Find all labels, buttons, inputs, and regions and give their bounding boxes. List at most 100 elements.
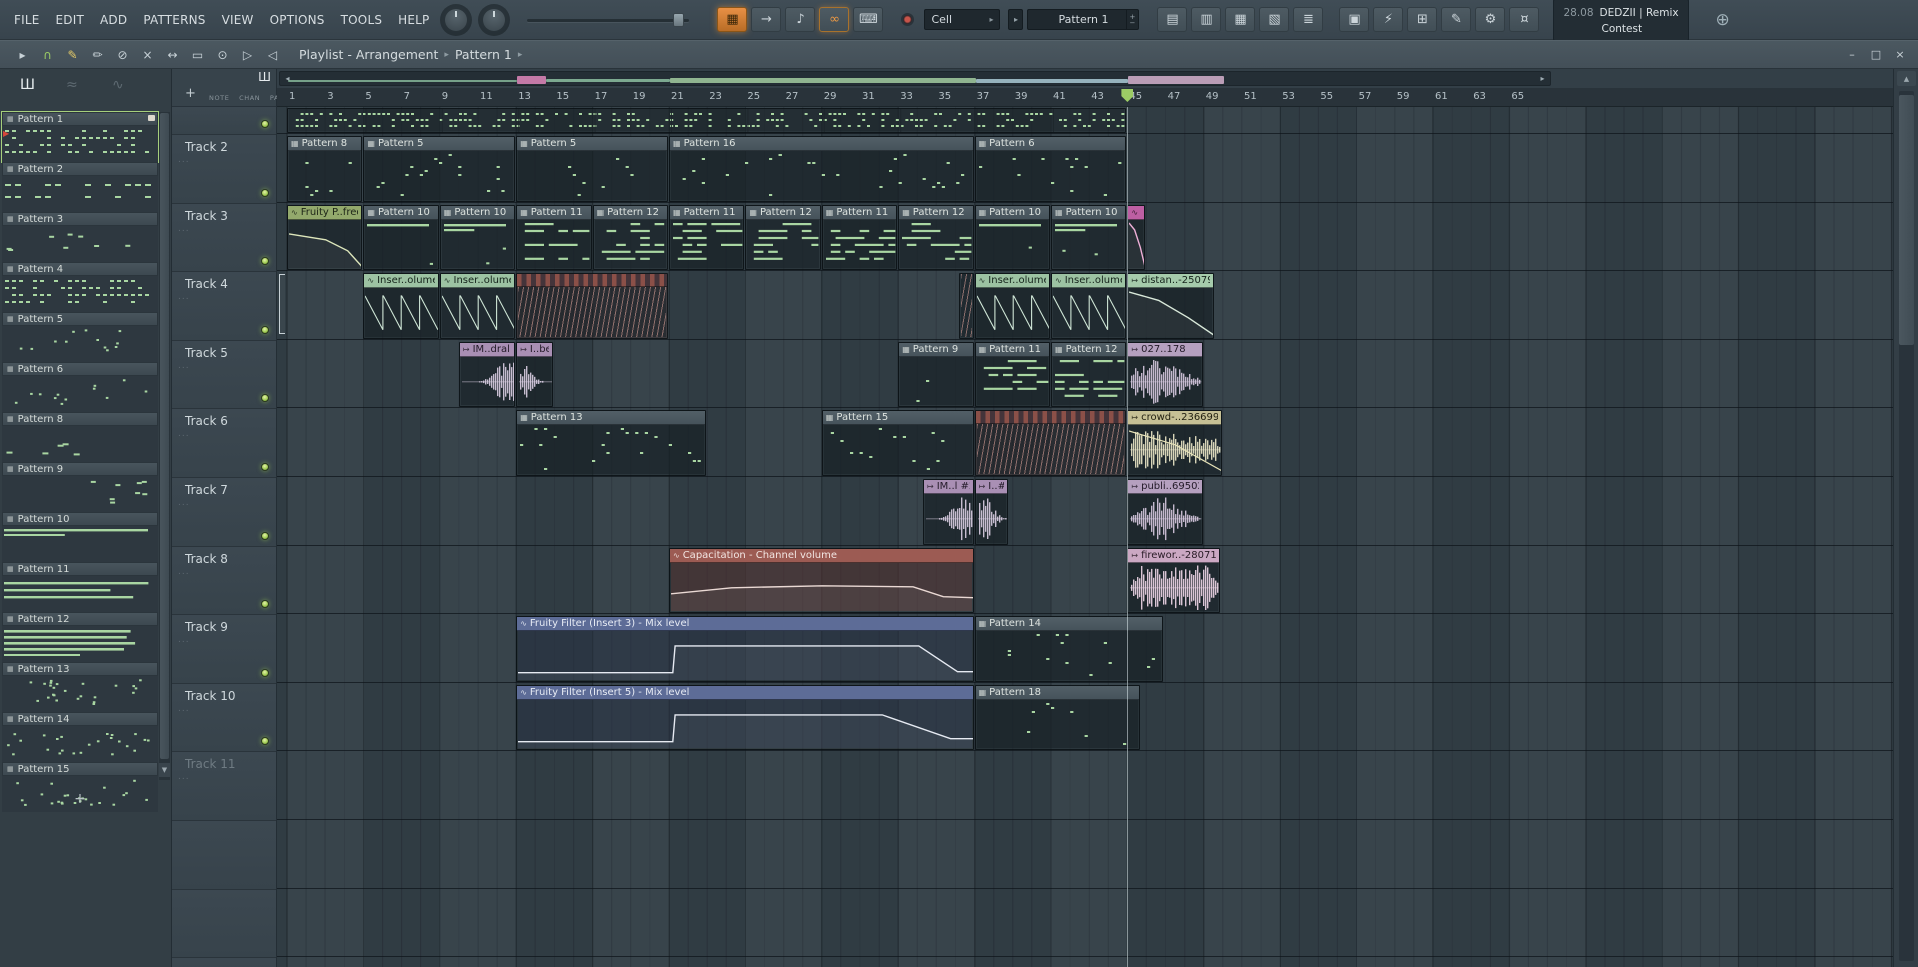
clip-pattern-5[interactable]: ▦ Pattern 5 xyxy=(363,136,516,202)
pattern-item[interactable]: ▦ Pattern 11 xyxy=(2,562,158,612)
track-led[interactable] xyxy=(261,394,269,403)
clip-inser-olume[interactable]: ∿ Inser..olume xyxy=(974,273,1050,339)
track-lane[interactable] xyxy=(277,752,1893,820)
pattern-item[interactable]: ▦ Pattern 10 xyxy=(2,512,158,562)
clip-pattern-10[interactable]: ▦ Pattern 10 xyxy=(1051,204,1127,271)
track-led[interactable] xyxy=(261,325,269,334)
track-header-cell[interactable]: Track 6... xyxy=(172,409,276,478)
clip-pattern-8[interactable]: ▦ Pattern 8 xyxy=(287,136,363,202)
track-led[interactable] xyxy=(261,531,269,540)
menu-file[interactable]: FILE xyxy=(6,9,48,31)
track-lane[interactable] xyxy=(277,958,1893,967)
track-header-cell[interactable]: Track 9... xyxy=(172,615,276,684)
master-volume-knob[interactable] xyxy=(440,3,473,36)
track-led[interactable] xyxy=(261,600,269,609)
pattern-item-header[interactable]: ▦ Pattern 10 xyxy=(2,512,158,526)
clip-i-2[interactable]: ↦I..#2 xyxy=(974,479,1008,545)
clip-pattern-10[interactable]: ▦ Pattern 10 xyxy=(363,204,439,271)
filter-audio-icon[interactable]: ≈ xyxy=(66,77,78,93)
clip-firewor-280715[interactable]: ↦ firewor..-280715 xyxy=(1127,547,1220,614)
snap-magnet-icon[interactable]: ∩ xyxy=(36,44,59,65)
pattern-item[interactable]: ▦ Pattern 8 xyxy=(2,412,158,462)
clip-pattern-15[interactable]: ▦ Pattern 15 xyxy=(821,410,974,476)
pattern-item[interactable]: ▦ Pattern 1 ▶ xyxy=(1,111,159,163)
pattern-item[interactable]: ▦ Pattern 5 xyxy=(2,312,158,362)
menu-add[interactable]: ADD xyxy=(92,9,135,31)
pattern-item-header[interactable]: ▦ Pattern 1 xyxy=(2,112,158,126)
menu-patterns[interactable]: PATTERNS xyxy=(135,9,213,31)
slip-tool-icon[interactable]: ↔ xyxy=(161,44,184,65)
clip-pattern-10[interactable]: ▦ Pattern 10 xyxy=(439,204,516,271)
pattern-item-header[interactable]: ▦ Pattern 15 xyxy=(2,762,158,776)
track-led[interactable] xyxy=(261,737,269,746)
track-led[interactable] xyxy=(261,462,269,471)
track-led[interactable] xyxy=(261,668,269,677)
clip-inser-olume[interactable]: ∿ Inser..olume xyxy=(439,273,516,339)
playlist-grid[interactable]: ▦ Pattern 8 ▦ Pattern 5 ▦ Pattern 5 ▦ Pattern 1… xyxy=(277,107,1893,967)
pattern-nav-button[interactable]: ▸ xyxy=(1008,9,1024,30)
view-mixer-button[interactable]: ▧ xyxy=(1259,7,1290,32)
track-resize-grip[interactable]: ... xyxy=(178,498,190,508)
track-header-cell[interactable] xyxy=(172,958,276,967)
mute-tool-icon[interactable]: × xyxy=(136,44,159,65)
clip-pattern-12[interactable]: ▦ Pattern 12 xyxy=(1051,341,1127,408)
select-tool-icon[interactable]: ▭ xyxy=(186,44,209,65)
pattern-item-header[interactable]: ▦ Pattern 13 xyxy=(2,662,158,676)
clip-pattern-11[interactable]: ▦ Pattern 11 xyxy=(974,341,1050,408)
pattern-item[interactable]: ▦ Pattern 6 xyxy=(2,362,158,412)
preview-speaker-icon[interactable]: ◁ xyxy=(261,44,284,65)
clip-hatch[interactable] xyxy=(959,273,974,339)
clip-pattern-11[interactable]: ▦ Pattern 11 xyxy=(669,204,745,271)
scroll-up-icon[interactable]: ▲ xyxy=(1897,71,1916,86)
track-header-cell[interactable] xyxy=(172,107,276,135)
pattern-selector[interactable]: Pattern 1 + − xyxy=(1027,9,1140,30)
filter-patterns-icon[interactable]: Ш xyxy=(20,77,35,93)
shuffle-slider[interactable] xyxy=(527,12,690,27)
clip-pattern-18[interactable]: ▦ Pattern 18 xyxy=(974,684,1140,751)
record-indicator[interactable] xyxy=(901,13,915,26)
clip-i-ber[interactable]: ↦I..ber xyxy=(516,341,554,408)
clip-pattern-11[interactable]: ▦ Pattern 11 xyxy=(516,204,592,271)
scroll-right-icon[interactable]: ▸ xyxy=(1536,72,1549,85)
pattern-item-header[interactable]: ▦ Pattern 11 xyxy=(2,562,158,576)
clip-chop[interactable] xyxy=(974,410,1127,476)
clip-pattern-11[interactable]: ▦ Pattern 11 xyxy=(821,204,898,271)
menu-help[interactable]: HELP xyxy=(390,9,437,31)
pattern-item-header[interactable]: ▦ Pattern 8 xyxy=(2,412,158,426)
track-lane[interactable] xyxy=(277,547,1893,615)
typing-keyboard-piano-button[interactable]: ⌨ xyxy=(853,7,884,32)
zoom-tool-icon[interactable]: ⊙ xyxy=(211,44,234,65)
pattern-item[interactable]: ▦ Pattern 13 xyxy=(2,662,158,712)
clipboard-button[interactable]: ▣ xyxy=(1339,7,1370,32)
track-resize-grip[interactable]: ... xyxy=(178,361,190,371)
track-resize-grip[interactable]: ... xyxy=(178,155,190,165)
clip-pattern-10[interactable]: ▦ Pattern 10 xyxy=(974,204,1050,271)
track-header-cell[interactable]: Track 4... xyxy=(172,272,276,341)
draw-tools-button[interactable]: ✎ xyxy=(1441,7,1472,32)
pattern-item[interactable]: ▦ Pattern 3 xyxy=(2,212,158,262)
track-header-cell[interactable]: Track 11... xyxy=(172,752,276,821)
view-piano-roll-button[interactable]: ▥ xyxy=(1191,7,1222,32)
vertical-scrollbar[interactable]: ▲ xyxy=(1893,69,1918,967)
clip-im-l-2[interactable]: ↦IM..l #2 xyxy=(923,479,974,545)
track-resize-grip[interactable]: ... xyxy=(178,772,190,782)
clip-automation[interactable]: ∿ xyxy=(1127,204,1146,271)
pattern-down-button[interactable]: − xyxy=(1130,19,1136,26)
playback-tool-icon[interactable]: ▷ xyxy=(236,44,259,65)
channel-selector[interactable]: Cell ▸ xyxy=(924,9,1001,30)
track-resize-grip[interactable]: ... xyxy=(178,224,190,234)
add-pattern-button[interactable]: + xyxy=(0,791,160,807)
globe-icon[interactable]: ⊕ xyxy=(1713,10,1733,30)
view-browser-button[interactable]: ≣ xyxy=(1293,7,1324,32)
pattern-item-header[interactable]: ▦ Pattern 6 xyxy=(2,362,158,376)
clip-fruity-p-freq[interactable]: ∿ Fruity P..freq xyxy=(287,204,363,271)
master-pitch-knob[interactable] xyxy=(478,3,511,36)
track-header-cell[interactable] xyxy=(172,821,276,890)
add-track-button[interactable]: + xyxy=(185,86,196,101)
clip-chop[interactable] xyxy=(516,273,668,339)
pattern-item-header[interactable]: ▦ Pattern 9 xyxy=(2,462,158,476)
menu-tools[interactable]: TOOLS xyxy=(333,9,391,31)
pattern-item-header[interactable]: ▦ Pattern 2 xyxy=(2,162,158,176)
paint-tool-icon[interactable]: ✏ xyxy=(86,44,109,65)
scroll-left-icon[interactable]: ◂ xyxy=(281,72,294,85)
